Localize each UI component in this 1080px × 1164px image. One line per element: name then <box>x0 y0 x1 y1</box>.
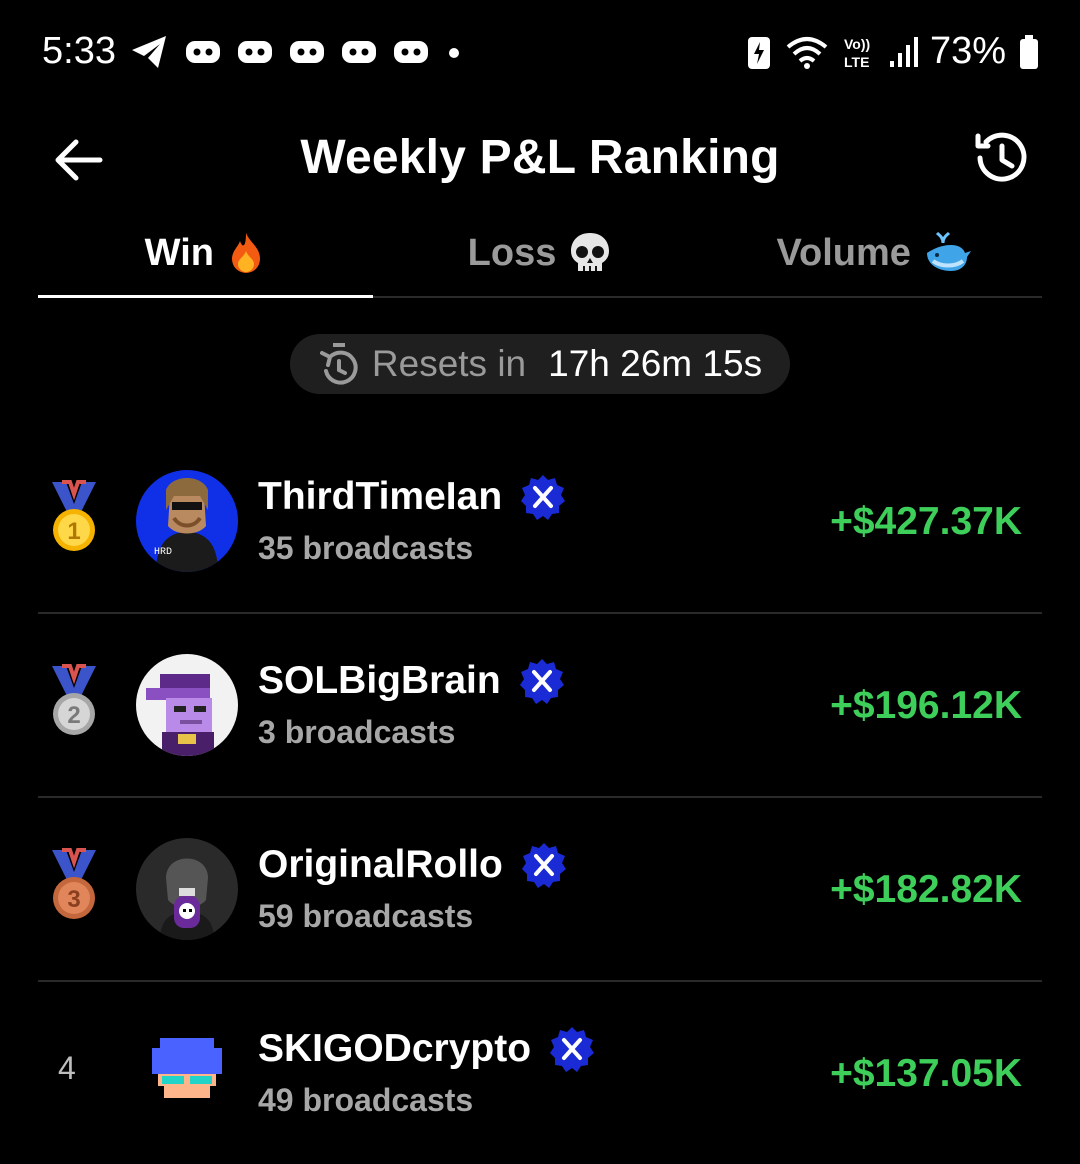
broadcast-count: 49 broadcasts <box>258 1082 474 1118</box>
user-name[interactable]: SKIGODcrypto <box>258 1027 531 1071</box>
discord-icon <box>290 41 324 63</box>
tab-volume-label: Volume <box>776 231 911 274</box>
svg-text:Vo)): Vo)) <box>844 36 870 52</box>
x-verified-badge-icon[interactable] <box>519 658 565 704</box>
discord-icon <box>186 41 220 63</box>
reset-label: Resets in <box>371 343 527 384</box>
x-verified-badge-icon[interactable] <box>521 842 567 888</box>
tab-loss-label: Loss <box>467 231 557 274</box>
wifi-icon <box>786 36 828 69</box>
battery-percent: 73% <box>929 30 1006 72</box>
reset-countdown: Resets in 17h 26m 15s <box>290 334 790 394</box>
user-name-wrap: OriginalRollo <box>258 842 567 888</box>
discord-icon <box>394 41 428 63</box>
leaderboard-row[interactable]: 3 OriginalRollo 59 broadcasts +$182.82K <box>38 798 1042 982</box>
tab-win-label: Win <box>144 231 214 274</box>
leaderboard-row[interactable]: 1 HRD ThirdTimeIan 35 broadcasts +$427.3… <box>38 430 1042 614</box>
avatar[interactable]: HRD <box>136 470 238 572</box>
whale-icon <box>926 231 971 271</box>
leaderboard-row[interactable]: 4 SKIGODcrypto 49 broadcasts +$137.05K <box>38 982 1042 1164</box>
status-right: Vo)) LTE 73% <box>746 30 1040 73</box>
timer-icon <box>319 343 358 385</box>
page-title: Weekly P&L Ranking <box>300 131 780 184</box>
bronze-medal-icon: 3 <box>52 848 96 919</box>
avatar[interactable] <box>136 1022 238 1124</box>
notification-icons <box>130 34 464 70</box>
history-icon[interactable] <box>970 128 1030 188</box>
discord-icon <box>342 41 376 63</box>
tab-bar: Win Loss Volume <box>38 210 1042 298</box>
rank-number: 4 <box>58 1050 76 1086</box>
svg-text:3: 3 <box>67 886 80 913</box>
skull-icon <box>571 233 610 271</box>
avatar[interactable] <box>136 654 238 756</box>
x-verified-badge-icon[interactable] <box>520 474 566 520</box>
pnl-value: +$182.82K <box>830 868 1022 911</box>
svg-text:1: 1 <box>67 518 80 545</box>
pnl-value: +$137.05K <box>830 1052 1022 1095</box>
svg-text:HRD: HRD <box>154 547 172 558</box>
signal-icon <box>889 36 918 67</box>
broadcast-count: 35 broadcasts <box>258 530 474 566</box>
user-name[interactable]: ThirdTimeIan <box>258 475 502 519</box>
leaderboard-list: 1 HRD ThirdTimeIan 35 broadcasts +$427.3… <box>38 430 1042 1164</box>
broadcast-count: 59 broadcasts <box>258 898 474 934</box>
battery-saver-icon <box>747 36 770 69</box>
more-notifications-dot-icon <box>449 48 459 58</box>
svg-text:2: 2 <box>67 702 80 729</box>
volte-icon: Vo)) LTE <box>844 36 870 70</box>
user-name[interactable]: SOLBigBrain <box>258 659 501 703</box>
fire-icon <box>231 233 260 273</box>
avatar[interactable] <box>136 838 238 940</box>
tab-volume[interactable]: Volume <box>707 210 1042 296</box>
status-bar: 5:33 Vo)) LTE 73% <box>0 0 1080 100</box>
tab-win[interactable]: Win <box>38 210 373 298</box>
silver-medal-icon: 2 <box>52 664 96 735</box>
page-header: Weekly P&L Ranking <box>0 110 1080 210</box>
user-name[interactable]: OriginalRollo <box>258 843 503 887</box>
user-name-wrap: SOLBigBrain <box>258 658 565 704</box>
pnl-value: +$427.37K <box>830 500 1022 543</box>
svg-text:LTE: LTE <box>844 54 869 70</box>
tab-loss[interactable]: Loss <box>373 210 708 296</box>
leaderboard-row[interactable]: 2 SOLBigBrain 3 broadcasts +$196.12K <box>38 614 1042 798</box>
user-name-wrap: SKIGODcrypto <box>258 1026 595 1072</box>
status-time: 5:33 <box>42 30 116 72</box>
x-verified-badge-icon[interactable] <box>549 1026 595 1072</box>
telegram-icon <box>132 36 166 68</box>
reset-timer: 17h 26m 15s <box>548 343 763 384</box>
pnl-value: +$196.12K <box>830 684 1022 727</box>
battery-icon <box>1020 34 1038 69</box>
broadcast-count: 3 broadcasts <box>258 714 456 750</box>
user-name-wrap: ThirdTimeIan <box>258 474 566 520</box>
gold-medal-icon: 1 <box>52 480 96 551</box>
discord-icon <box>238 41 272 63</box>
